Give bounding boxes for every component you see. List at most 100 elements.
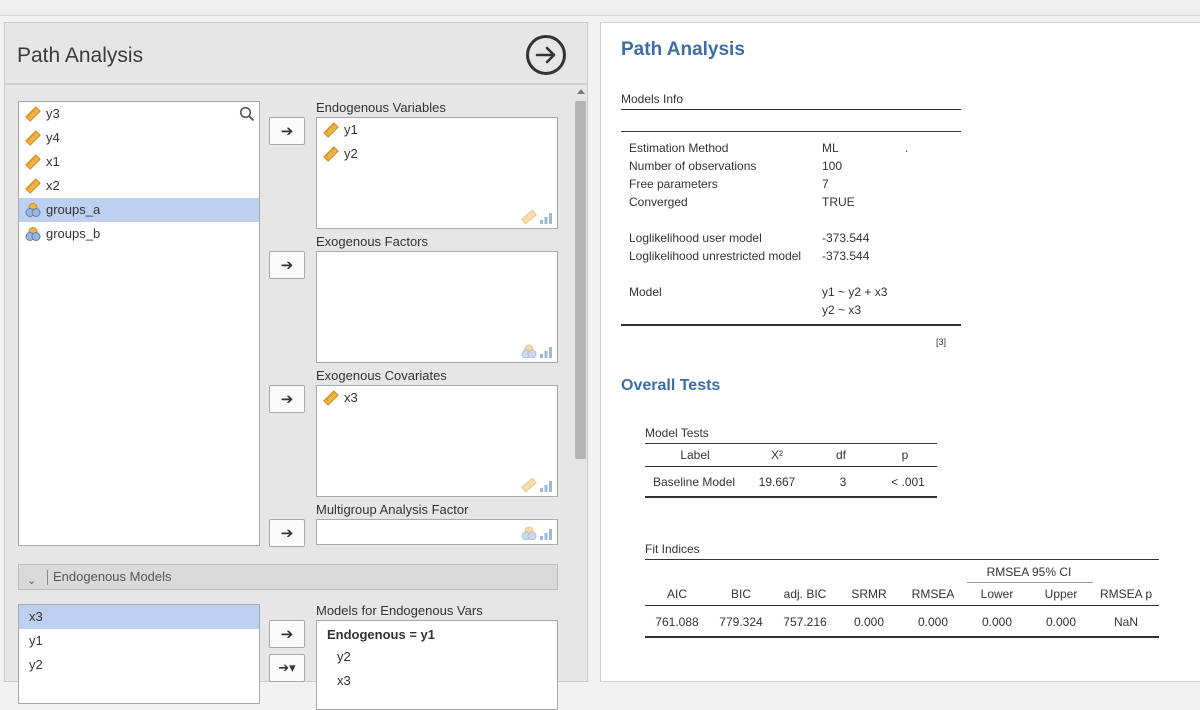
exogenous-factors-box[interactable] — [316, 251, 558, 363]
info-label: Model — [629, 285, 662, 299]
run-arrow-button[interactable] — [526, 35, 566, 75]
info-value: y2 ~ x3 — [822, 303, 862, 317]
continuous-type-icon — [521, 478, 553, 492]
endogenous-models-section-toggle[interactable]: ⌄ Endogenous Models — [18, 564, 558, 590]
table-rule — [645, 496, 937, 498]
variable-label: y1 — [29, 633, 43, 648]
divider — [5, 83, 587, 85]
endogenous-variables-label: Endogenous Variables — [316, 100, 446, 115]
table-cell: Baseline Model — [653, 475, 736, 489]
column-header: adj. BIC — [783, 587, 827, 601]
info-value: y1 ~ y2 + x3 — [822, 285, 888, 299]
variable-item[interactable]: x2 — [19, 174, 259, 198]
variable-item[interactable]: y4 — [19, 126, 259, 150]
variable-item[interactable]: groups_a — [19, 198, 259, 222]
table-rule — [645, 605, 1159, 606]
table-cell: 3 — [839, 475, 847, 489]
variable-item[interactable]: x3 — [317, 386, 557, 410]
column-header: RMSEA — [911, 587, 955, 601]
model-tests-caption: Model Tests — [645, 426, 709, 440]
info-value: -373.544 — [822, 231, 870, 245]
info-label: Free parameters — [629, 177, 718, 191]
variable-item[interactable]: y1 — [19, 629, 259, 653]
multigroup-factor-label: Multigroup Analysis Factor — [316, 502, 469, 517]
column-header: BIC — [730, 587, 751, 601]
overall-tests-heading: Overall Tests — [621, 377, 721, 394]
info-value: ML — [822, 141, 839, 155]
move-to-multigroup-button[interactable]: ➔ — [269, 519, 305, 547]
models-for-endogenous-label: Models for Endogenous Vars — [316, 603, 483, 618]
info-value: -373.544 — [822, 249, 870, 263]
variable-item[interactable]: y3 — [19, 102, 259, 126]
model-term[interactable]: x3 — [317, 669, 557, 693]
info-label: Estimation Method — [629, 141, 729, 155]
table-cell: 19.667 — [758, 475, 796, 489]
model-header: Endogenous = y1 — [327, 627, 435, 642]
models-info-caption: Models Info — [621, 92, 684, 106]
continuous-variable-icon — [25, 106, 41, 122]
arrow-right-icon — [535, 46, 556, 64]
continuous-variable-icon — [323, 146, 339, 162]
ci-header: RMSEA 95% CI — [986, 565, 1072, 579]
variable-label: y2 — [29, 657, 43, 672]
variable-label: x1 — [46, 154, 60, 169]
continuous-variable-icon — [25, 178, 41, 194]
section-label: Endogenous Models — [53, 569, 172, 584]
move-to-exogenous-factors-button[interactable]: ➔ — [269, 251, 305, 279]
move-to-exogenous-covariates-button[interactable]: ➔ — [269, 385, 305, 413]
column-header: SRMR — [851, 587, 887, 601]
chevron-down-icon: ⌄ — [27, 575, 37, 587]
variable-label: x3 — [344, 390, 358, 405]
fit-indices-caption: Fit Indices — [645, 542, 700, 556]
continuous-variable-icon — [323, 122, 339, 138]
continuous-variable-icon — [25, 154, 41, 170]
variable-label: x3 — [29, 609, 43, 624]
info-value: 100 — [822, 159, 843, 173]
endogenous-list[interactable]: x3 y1 y2 — [18, 604, 260, 704]
variable-item[interactable]: groups_b — [19, 222, 259, 246]
info-extra: . — [905, 141, 909, 155]
nominal-type-icon — [521, 344, 553, 358]
model-term[interactable]: y2 — [317, 645, 557, 669]
add-term-button[interactable]: ➔ — [269, 620, 305, 648]
continuous-type-icon — [521, 210, 553, 224]
column-header: Label — [680, 448, 710, 462]
variable-item[interactable]: x1 — [19, 150, 259, 174]
column-header: X² — [771, 448, 783, 462]
info-label: Loglikelihood user model — [629, 231, 762, 245]
results-panel: Path Analysis Models Info Estimation Met… — [600, 22, 1200, 682]
table-cell: 779.324 — [719, 615, 763, 629]
variable-label: y1 — [344, 122, 358, 137]
move-to-endogenous-button[interactable]: ➔ — [269, 117, 305, 145]
table-cell: 757.216 — [783, 615, 827, 629]
exogenous-covariates-box[interactable]: x3 — [316, 385, 558, 497]
variable-item[interactable]: y2 — [317, 142, 557, 166]
info-label: Loglikelihood unrestricted model — [629, 249, 802, 263]
scrollbar-thumb[interactable] — [575, 101, 586, 459]
divider — [47, 570, 48, 585]
variable-label: y4 — [46, 130, 60, 145]
variable-label: y2 — [344, 146, 358, 161]
info-value: TRUE — [822, 195, 855, 209]
table-rule — [621, 131, 961, 132]
info-label: Number of observations — [629, 159, 757, 173]
table-cell: < .001 — [891, 475, 925, 489]
multigroup-factor-box[interactable] — [316, 519, 558, 545]
options-panel: Path Analysis y3 y4 x1 x2 groups_a groups_b ➔… — [4, 22, 588, 710]
scroll-up-icon[interactable] — [577, 89, 585, 94]
variable-item[interactable]: y2 — [19, 653, 259, 677]
table-cell: 0.000 — [1045, 615, 1077, 629]
column-header: AIC — [666, 587, 687, 601]
endogenous-variables-box[interactable]: y1 y2 — [316, 117, 558, 229]
top-toolbar — [0, 0, 1200, 16]
variable-item[interactable]: y1 — [317, 118, 557, 142]
variable-label: y3 — [46, 106, 60, 121]
table-cell: 0.000 — [853, 615, 885, 629]
variable-label: groups_b — [46, 226, 101, 241]
variables-list[interactable]: y3 y4 x1 x2 groups_a groups_b — [18, 101, 260, 546]
models-for-endogenous-box[interactable]: Endogenous = y1 y2 x3 — [316, 620, 558, 710]
variable-item[interactable]: x3 — [19, 605, 259, 629]
table-rule — [645, 559, 1159, 560]
column-header: RMSEA p — [1099, 587, 1153, 601]
scrollbar[interactable] — [574, 87, 588, 687]
